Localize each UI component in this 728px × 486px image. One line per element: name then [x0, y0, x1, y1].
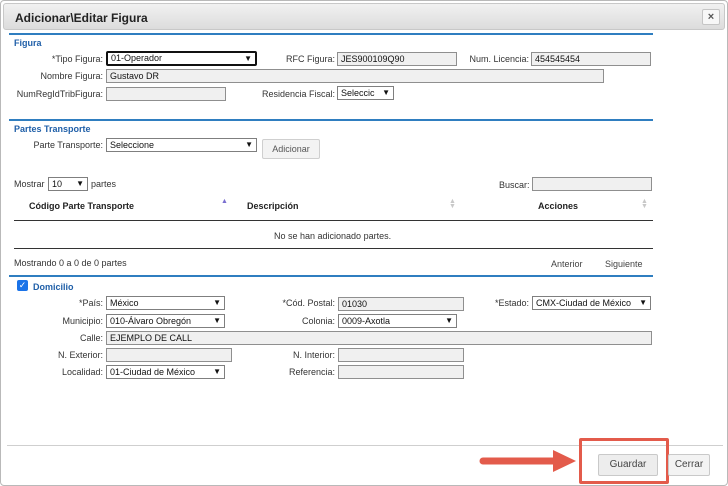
- codigo-postal-input[interactable]: 01030: [338, 297, 464, 311]
- dialog-titlebar: Adicionar\Editar Figura ×: [3, 3, 725, 30]
- sort-icon[interactable]: ▲ ▼: [641, 198, 648, 210]
- table-bottom-divider: [14, 248, 653, 249]
- domicilio-checkbox[interactable]: ✓: [17, 280, 28, 291]
- pagination-previous[interactable]: Anterior: [551, 259, 583, 269]
- section-title-partes: Partes Transporte: [14, 124, 91, 134]
- nombre-figura-label: Nombre Figura:: [40, 71, 103, 81]
- column-header-codigo[interactable]: Código Parte Transporte: [29, 201, 134, 211]
- page-length-value: 10: [52, 179, 63, 189]
- numero-exterior-input[interactable]: [106, 348, 232, 362]
- numero-interior-input[interactable]: [338, 348, 464, 362]
- numregidtrib-label: NumRegIdTribFigura:: [16, 89, 103, 99]
- table-header-divider: [14, 220, 653, 221]
- municipio-label: Municipio:: [62, 316, 103, 326]
- parte-transporte-select[interactable]: Seleccione ▼: [106, 138, 257, 152]
- table-info: Mostrando 0 a 0 de 0 partes: [14, 258, 127, 268]
- page-length-select[interactable]: 10 ▼: [48, 177, 88, 191]
- residencia-fiscal-select[interactable]: Seleccic ▼: [337, 86, 394, 100]
- num-licencia-input[interactable]: 454545454: [531, 52, 651, 66]
- mostrar-label: Mostrar: [14, 179, 45, 189]
- tipo-figura-label: *Tipo Figura:: [51, 54, 103, 64]
- estado-select[interactable]: CMX-Ciudad de México ▼: [532, 296, 651, 310]
- localidad-value: 01-Ciudad de México: [110, 367, 196, 377]
- partes-label: partes: [91, 179, 117, 189]
- dialog-title: Adicionar\Editar Figura: [15, 11, 148, 25]
- residencia-fiscal-value: Seleccic: [341, 88, 375, 98]
- sort-icon[interactable]: ▲ ▼: [449, 198, 456, 210]
- estado-label: *Estado:: [494, 298, 529, 308]
- municipio-select[interactable]: 010-Álvaro Obregón ▼: [106, 314, 225, 328]
- checkmark-icon: ✓: [18, 280, 27, 290]
- num-licencia-label: Num. Licencia:: [469, 54, 529, 64]
- section-title-figura: Figura: [14, 38, 42, 48]
- arrow-right-icon: [479, 450, 576, 472]
- highlight-box: [579, 438, 669, 484]
- numero-exterior-label: N. Exterior:: [57, 350, 103, 360]
- cancel-button[interactable]: Cerrar: [668, 454, 710, 476]
- section-divider: [9, 33, 653, 35]
- nombre-figura-input[interactable]: Gustavo DR: [106, 69, 604, 83]
- parte-transporte-value: Seleccione: [110, 140, 155, 150]
- section-divider: [9, 275, 653, 277]
- section-divider: [9, 119, 653, 121]
- tipo-figura-select[interactable]: 01-Operador ▼: [106, 51, 257, 66]
- table-empty-message: No se han adicionado partes.: [274, 231, 392, 241]
- colonia-label: Colonia:: [301, 316, 335, 326]
- referencia-label: Referencia:: [288, 367, 335, 377]
- calle-label: Calle:: [79, 333, 103, 343]
- colonia-value: 0009-Axotla: [342, 316, 391, 326]
- adicionar-button[interactable]: Adicionar: [262, 139, 320, 159]
- colonia-select[interactable]: 0009-Axotla ▼: [338, 314, 457, 328]
- localidad-select[interactable]: 01-Ciudad de México ▼: [106, 365, 225, 379]
- parte-transporte-label: Parte Transporte:: [33, 140, 103, 150]
- pais-label: *País:: [78, 298, 103, 308]
- chevron-down-icon: ▼: [639, 298, 647, 307]
- municipio-value: 010-Álvaro Obregón: [110, 316, 192, 326]
- sort-asc-icon[interactable]: ▲: [221, 198, 228, 205]
- chevron-down-icon: ▼: [76, 179, 84, 188]
- localidad-label: Localidad:: [61, 367, 103, 377]
- numregidtrib-input[interactable]: [106, 87, 226, 101]
- chevron-down-icon: ▼: [445, 316, 453, 325]
- chevron-down-icon: ▼: [244, 54, 252, 63]
- pais-value: México: [110, 298, 139, 308]
- estado-value: CMX-Ciudad de México: [536, 298, 632, 308]
- dialog: Adicionar\Editar Figura × Figura *Tipo F…: [0, 0, 728, 486]
- rfc-figura-label: RFC Figura:: [285, 54, 335, 64]
- section-title-domicilio: Domicilio: [33, 282, 74, 292]
- tipo-figura-value: 01-Operador: [111, 53, 163, 63]
- close-button[interactable]: ×: [702, 9, 720, 25]
- calle-input[interactable]: EJEMPLO DE CALL: [106, 331, 652, 345]
- residencia-fiscal-label: Residencia Fiscal:: [261, 89, 335, 99]
- referencia-input[interactable]: [338, 365, 464, 379]
- rfc-figura-input[interactable]: JES900109Q90: [337, 52, 457, 66]
- chevron-down-icon: ▼: [213, 367, 221, 376]
- numero-interior-label: N. Interior:: [292, 350, 335, 360]
- chevron-down-icon: ▼: [213, 316, 221, 325]
- buscar-label: Buscar:: [499, 180, 530, 190]
- pais-select[interactable]: México ▼: [106, 296, 225, 310]
- codigo-postal-label: *Cód. Postal:: [282, 298, 335, 308]
- column-header-acciones[interactable]: Acciones: [538, 201, 578, 211]
- pagination-next[interactable]: Siguiente: [605, 259, 643, 269]
- chevron-down-icon: ▼: [213, 298, 221, 307]
- column-header-descripcion[interactable]: Descripción: [247, 201, 299, 211]
- chevron-down-icon: ▼: [245, 140, 253, 149]
- buscar-input[interactable]: [532, 177, 652, 191]
- chevron-down-icon: ▼: [382, 88, 390, 97]
- close-icon: ×: [707, 11, 715, 23]
